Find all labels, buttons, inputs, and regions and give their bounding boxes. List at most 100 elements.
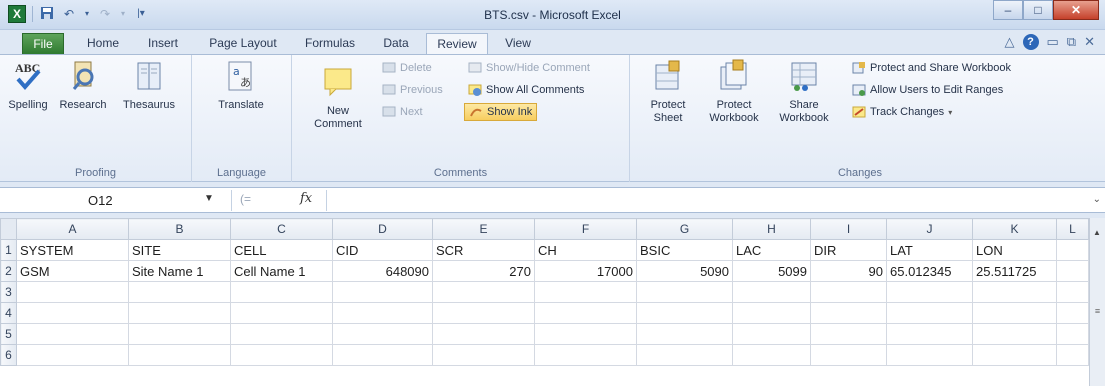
- cell[interactable]: [732, 323, 811, 345]
- row-header[interactable]: 6: [0, 344, 17, 366]
- cell[interactable]: SITE: [128, 239, 231, 261]
- cell[interactable]: 270: [432, 260, 535, 282]
- cell[interactable]: [332, 344, 433, 366]
- column-header[interactable]: B: [128, 218, 231, 240]
- cell[interactable]: [636, 281, 733, 303]
- cell[interactable]: SCR: [432, 239, 535, 261]
- column-header[interactable]: K: [972, 218, 1057, 240]
- cell[interactable]: 5090: [636, 260, 733, 282]
- vertical-scrollbar[interactable]: ▲ ≡: [1089, 218, 1105, 386]
- tab-view[interactable]: View: [496, 33, 540, 54]
- cell[interactable]: [332, 323, 433, 345]
- cell[interactable]: [972, 323, 1057, 345]
- cell[interactable]: [1056, 323, 1089, 345]
- tab-file[interactable]: File: [22, 33, 64, 54]
- insert-function-icon[interactable]: fx: [300, 191, 312, 206]
- select-all-corner[interactable]: [0, 218, 17, 240]
- cell[interactable]: [1056, 302, 1089, 324]
- cell[interactable]: [732, 344, 811, 366]
- cell[interactable]: [810, 281, 887, 303]
- cell[interactable]: [534, 302, 637, 324]
- cell[interactable]: [230, 323, 333, 345]
- column-header[interactable]: D: [332, 218, 433, 240]
- cell[interactable]: [886, 302, 973, 324]
- cell[interactable]: [810, 323, 887, 345]
- cell[interactable]: LAC: [732, 239, 811, 261]
- cell[interactable]: [432, 323, 535, 345]
- protect-workbook-button[interactable]: Protect Workbook: [702, 59, 766, 125]
- cell[interactable]: [332, 281, 433, 303]
- protect-and-share-workbook-button[interactable]: Protect and Share Workbook: [852, 59, 1011, 77]
- cell[interactable]: [972, 281, 1057, 303]
- cell[interactable]: [972, 344, 1057, 366]
- show-hide-comment-button[interactable]: Show/Hide Comment: [468, 59, 590, 77]
- row-header[interactable]: 5: [0, 323, 17, 345]
- column-header[interactable]: C: [230, 218, 333, 240]
- cell[interactable]: [534, 323, 637, 345]
- show-ink-button[interactable]: Show Ink: [464, 103, 538, 121]
- cell[interactable]: [16, 281, 129, 303]
- cell[interactable]: LAT: [886, 239, 973, 261]
- cell[interactable]: [432, 302, 535, 324]
- next-comment-button[interactable]: Next: [382, 103, 423, 121]
- scroll-thumb[interactable]: ≡: [1092, 306, 1103, 316]
- share-workbook-button[interactable]: Share Workbook: [772, 59, 836, 125]
- cell[interactable]: LON: [972, 239, 1057, 261]
- cell[interactable]: [1056, 344, 1089, 366]
- tab-data[interactable]: Data: [374, 33, 418, 54]
- maximize-button[interactable]: □: [1023, 0, 1053, 20]
- allow-users-edit-ranges-button[interactable]: Allow Users to Edit Ranges: [852, 81, 1003, 99]
- minimize-ribbon-icon[interactable]: △: [1005, 34, 1015, 50]
- cell[interactable]: [128, 302, 231, 324]
- new-comment-button[interactable]: New Comment: [310, 59, 366, 131]
- cell[interactable]: 17000: [534, 260, 637, 282]
- cell[interactable]: [128, 281, 231, 303]
- cell[interactable]: [1056, 260, 1089, 282]
- cell[interactable]: [732, 302, 811, 324]
- tab-insert[interactable]: Insert: [138, 33, 188, 54]
- cell[interactable]: SYSTEM: [16, 239, 129, 261]
- column-header[interactable]: L: [1056, 218, 1089, 240]
- cell[interactable]: [332, 302, 433, 324]
- cell[interactable]: [128, 323, 231, 345]
- cell[interactable]: GSM: [16, 260, 129, 282]
- tab-home[interactable]: Home: [78, 33, 128, 54]
- delete-comment-button[interactable]: Delete: [382, 59, 432, 77]
- column-header[interactable]: A: [16, 218, 129, 240]
- protect-sheet-button[interactable]: Protect Sheet: [642, 59, 694, 125]
- cell[interactable]: [230, 302, 333, 324]
- cell[interactable]: [16, 344, 129, 366]
- cell[interactable]: [636, 323, 733, 345]
- cell[interactable]: 25.511725: [972, 260, 1057, 282]
- scroll-up-icon[interactable]: ▲: [1093, 228, 1101, 237]
- translate-button[interactable]: aあ Translate: [210, 59, 272, 112]
- cell[interactable]: [534, 344, 637, 366]
- cell[interactable]: [732, 281, 811, 303]
- tab-formulas[interactable]: Formulas: [298, 33, 362, 54]
- workbook-minimize-icon[interactable]: ▭: [1047, 34, 1059, 50]
- formula-bar-handle[interactable]: (=: [240, 192, 251, 206]
- cell[interactable]: 648090: [332, 260, 433, 282]
- cell[interactable]: [886, 281, 973, 303]
- name-box[interactable]: O12 ▼: [16, 190, 232, 211]
- cell[interactable]: [972, 302, 1057, 324]
- cell[interactable]: [810, 344, 887, 366]
- previous-comment-button[interactable]: Previous: [382, 81, 443, 99]
- column-header[interactable]: H: [732, 218, 811, 240]
- cell[interactable]: [810, 302, 887, 324]
- cell[interactable]: 90: [810, 260, 887, 282]
- cell[interactable]: [534, 281, 637, 303]
- name-box-dropdown-icon[interactable]: ▼: [204, 193, 214, 204]
- research-button[interactable]: Research: [54, 59, 112, 112]
- cell[interactable]: [886, 344, 973, 366]
- row-header[interactable]: 3: [0, 281, 17, 303]
- cell[interactable]: [230, 281, 333, 303]
- column-header[interactable]: J: [886, 218, 973, 240]
- track-changes-button[interactable]: Track Changes ▾: [852, 103, 952, 121]
- row-header[interactable]: 4: [0, 302, 17, 324]
- row-header[interactable]: 2: [0, 260, 17, 282]
- help-icon[interactable]: ?: [1022, 34, 1039, 50]
- column-header[interactable]: E: [432, 218, 535, 240]
- cell[interactable]: DIR: [810, 239, 887, 261]
- row-header[interactable]: 1: [0, 239, 17, 261]
